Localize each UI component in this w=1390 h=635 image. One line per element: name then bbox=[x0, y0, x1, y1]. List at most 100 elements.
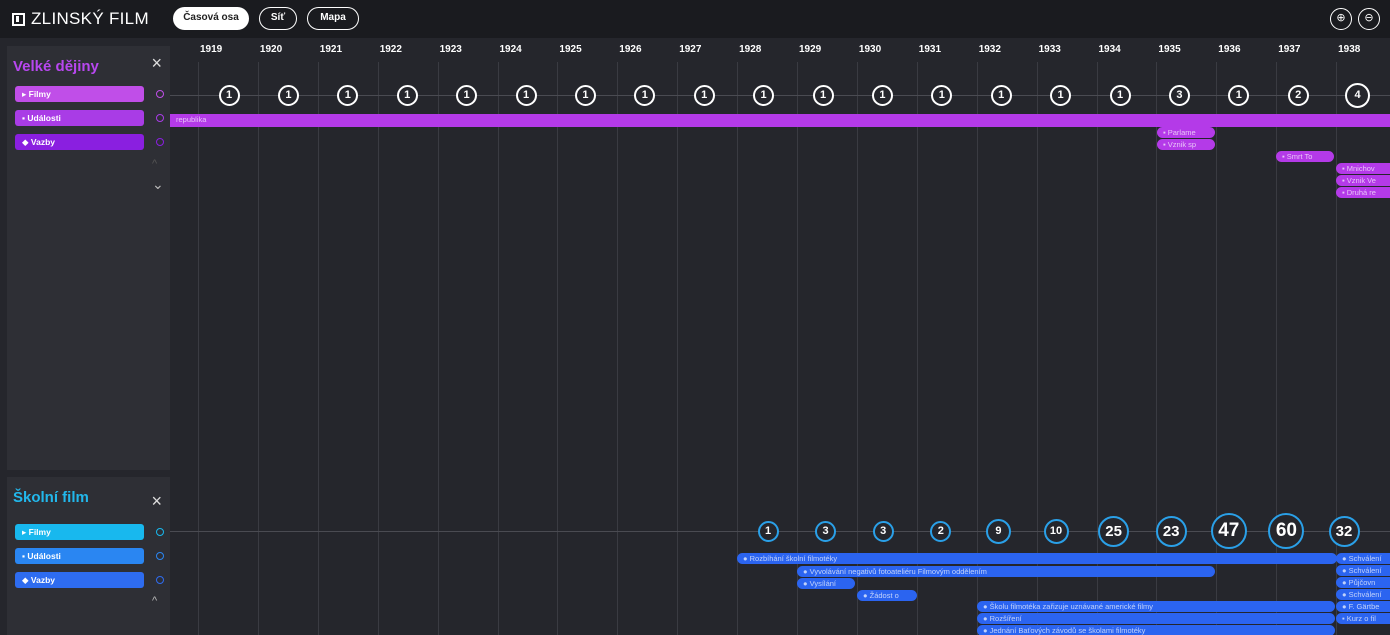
count-bubble[interactable]: 9 bbox=[985, 518, 1011, 544]
event-bar[interactable]: ▪ Smrt To bbox=[1276, 151, 1334, 162]
year-label: 1921 bbox=[319, 44, 343, 55]
count-bubble[interactable]: 1 bbox=[396, 84, 418, 106]
count-bubble[interactable]: 1 bbox=[871, 84, 893, 106]
year-label: 1919 bbox=[200, 44, 223, 55]
layer-vazby[interactable]: ◆ Vazby bbox=[15, 134, 144, 150]
event-bar[interactable]: ▪ Kurz o fil bbox=[1336, 613, 1390, 624]
layer-udalosti[interactable]: ▪ Události bbox=[15, 110, 144, 126]
year-label: 1922 bbox=[379, 44, 402, 55]
close-icon[interactable]: × bbox=[151, 53, 162, 74]
layer-vazby[interactable]: ◆ Vazby bbox=[15, 572, 144, 588]
count-bubble[interactable]: 1 bbox=[757, 520, 779, 542]
eye-icon[interactable] bbox=[156, 528, 164, 536]
event-bar[interactable]: ● Půjčovn bbox=[1336, 577, 1390, 588]
year-gridline bbox=[1096, 62, 1098, 635]
count-bubble[interactable]: 60 bbox=[1268, 513, 1305, 549]
year-gridline bbox=[1216, 62, 1218, 635]
top-bar: ZLINSKÝ FILM Časová osa Síť Mapa ⊕ ⊖ bbox=[0, 0, 1390, 38]
event-bar[interactable]: ● Školu filmotéka zařizuje uznávané amer… bbox=[977, 601, 1335, 612]
event-bar[interactable]: ▪ Mnichov bbox=[1336, 163, 1390, 174]
layer-filmy[interactable]: ▸ Filmy bbox=[15, 86, 144, 102]
event-bar[interactable]: ● Schválení bbox=[1336, 565, 1390, 576]
close-icon[interactable]: × bbox=[151, 491, 162, 512]
count-bubble[interactable]: 2 bbox=[1287, 84, 1309, 106]
event-bar[interactable]: ● Žádost o bbox=[857, 590, 917, 601]
count-bubble[interactable]: 3 bbox=[872, 520, 894, 542]
tab-timeline[interactable]: Časová osa bbox=[173, 7, 249, 30]
year-label: 1933 bbox=[1038, 44, 1061, 55]
count-bubble[interactable]: 1 bbox=[990, 84, 1012, 106]
count-bubble[interactable]: 32 bbox=[1328, 515, 1360, 547]
year-gridline bbox=[797, 62, 798, 635]
chevron-down-icon[interactable]: ⌄ bbox=[152, 176, 164, 193]
eye-icon[interactable] bbox=[156, 138, 164, 146]
event-bar[interactable]: ● Rozšíření bbox=[977, 613, 1335, 624]
chevron-up-icon[interactable]: ^ bbox=[152, 595, 157, 607]
event-bar[interactable]: ● Jednání Baťových závodů se školami fil… bbox=[977, 625, 1335, 635]
count-bubble[interactable]: 1 bbox=[693, 84, 715, 106]
year-label: 1925 bbox=[559, 44, 582, 55]
event-bar[interactable]: ▪ Parlame bbox=[1157, 127, 1215, 138]
year-gridline bbox=[437, 62, 439, 635]
count-bubble[interactable]: 23 bbox=[1155, 515, 1187, 547]
zoom-out-icon[interactable]: ⊖ bbox=[1358, 8, 1380, 30]
event-bar[interactable]: ● F. Gärtbe bbox=[1336, 601, 1390, 612]
year-gridline bbox=[1036, 62, 1038, 635]
eye-icon[interactable] bbox=[156, 576, 164, 584]
count-bubble[interactable]: 25 bbox=[1098, 515, 1130, 547]
count-bubble[interactable]: 1 bbox=[337, 84, 359, 106]
event-bar[interactable]: ▪ Vznik Ve bbox=[1336, 175, 1390, 186]
year-gridline bbox=[976, 62, 978, 635]
event-bar[interactable]: ● Rozbíhání školní filmotéky bbox=[737, 553, 1337, 564]
event-bar[interactable]: ● Vyvolávání negativů fotoateliéru Filmo… bbox=[797, 566, 1215, 577]
tab-network[interactable]: Síť bbox=[259, 7, 297, 30]
app-root: ZLINSKÝ FILM Časová osa Síť Mapa ⊕ ⊖ 191… bbox=[0, 0, 1390, 635]
event-bar[interactable]: ● Vysílání bbox=[797, 578, 855, 589]
layer-udalosti[interactable]: ▪ Události bbox=[15, 548, 144, 564]
app-logo[interactable]: ZLINSKÝ FILM bbox=[12, 9, 149, 29]
year-label: 1924 bbox=[499, 44, 522, 55]
event-bar[interactable]: ▪ Druhá re bbox=[1336, 187, 1390, 198]
count-bubble[interactable]: 3 bbox=[815, 520, 837, 542]
year-label: 1931 bbox=[918, 44, 942, 55]
panel-title: Školní film bbox=[13, 489, 89, 506]
count-bubble[interactable]: 1 bbox=[1228, 84, 1250, 106]
event-bar[interactable]: ● Schválení bbox=[1336, 553, 1390, 564]
zoom-in-icon[interactable]: ⊕ bbox=[1330, 8, 1352, 30]
count-bubble[interactable]: 1 bbox=[753, 84, 775, 106]
count-bubble[interactable]: 3 bbox=[1168, 84, 1190, 106]
year-gridline bbox=[557, 62, 559, 635]
count-bubble[interactable]: 1 bbox=[574, 84, 596, 106]
count-bubble[interactable]: 1 bbox=[634, 84, 656, 106]
event-bar[interactable]: republika bbox=[170, 114, 1390, 127]
layer-filmy[interactable]: ▸ Filmy bbox=[15, 524, 144, 540]
year-gridline bbox=[1336, 62, 1338, 635]
count-bubble[interactable]: 1 bbox=[812, 84, 834, 106]
chevron-up-icon[interactable]: ^ bbox=[152, 158, 157, 170]
count-bubble[interactable]: 47 bbox=[1210, 513, 1247, 549]
count-bubble[interactable]: 10 bbox=[1043, 518, 1069, 544]
count-bubble[interactable]: 1 bbox=[277, 84, 299, 106]
eye-icon[interactable] bbox=[156, 552, 164, 560]
year-label: 1936 bbox=[1218, 44, 1241, 55]
year-axis: 1919 1920 1921 1922 1923 1924 1925 1926 1927 1928… bbox=[170, 38, 1390, 62]
year-gridline bbox=[497, 62, 499, 635]
eye-icon[interactable] bbox=[156, 90, 164, 98]
eye-icon[interactable] bbox=[156, 114, 164, 122]
tab-map[interactable]: Mapa bbox=[307, 7, 359, 30]
count-bubble[interactable]: 1 bbox=[456, 84, 478, 106]
year-label: 1935 bbox=[1158, 44, 1181, 55]
count-bubble[interactable]: 4 bbox=[1345, 82, 1371, 108]
count-bubble[interactable]: 1 bbox=[931, 84, 953, 106]
count-bubble[interactable]: 1 bbox=[515, 84, 537, 106]
year-label: 1926 bbox=[619, 44, 642, 55]
count-bubble[interactable]: 2 bbox=[930, 520, 952, 542]
count-bubble[interactable]: 1 bbox=[1109, 84, 1131, 106]
event-bar[interactable]: ● Schválení bbox=[1336, 589, 1390, 600]
year-gridline bbox=[856, 62, 858, 635]
logo-icon bbox=[12, 12, 25, 26]
event-bar[interactable]: ▪ Vznik sp bbox=[1157, 139, 1215, 150]
count-bubble[interactable]: 1 bbox=[1050, 84, 1072, 106]
panel-velke-dejiny: Velké dějiny × ▸ Filmy ▪ Události ◆ Vazb… bbox=[7, 46, 170, 470]
count-bubble[interactable]: 1 bbox=[218, 84, 240, 106]
